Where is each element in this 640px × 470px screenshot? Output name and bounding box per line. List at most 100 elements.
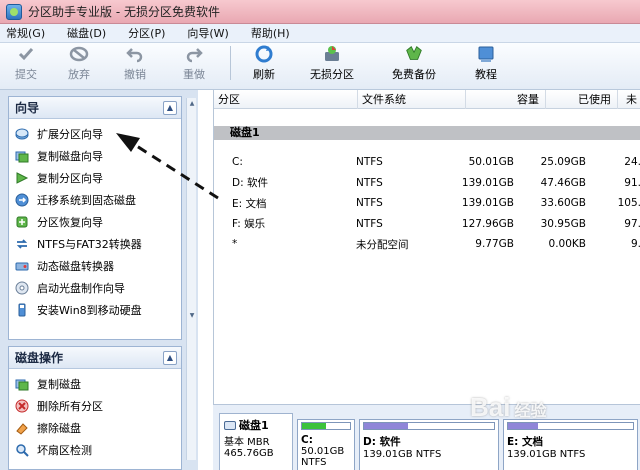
tutorial-button[interactable]: 教程 — [455, 42, 517, 82]
cell-filesystem: NTFS — [356, 156, 383, 169]
submit-button[interactable]: 提交 — [0, 42, 52, 82]
cell-partition: E: 文档 — [232, 197, 267, 210]
wizard-item-label: 复制分区向导 — [37, 172, 103, 185]
column-partition[interactable]: 分区 — [214, 90, 358, 109]
column-capacity[interactable]: 容量 — [466, 90, 546, 109]
menu-bar: 常规(G) 磁盘(D) 分区(P) 向导(W) 帮助(H) — [0, 24, 640, 43]
refresh-button[interactable]: 刷新 — [237, 42, 291, 82]
discard-icon — [69, 44, 89, 64]
wizard-item-migrate-ssd[interactable]: 迁移系统到固态磁盘 — [15, 189, 181, 211]
wizard-item-label: 迁移系统到固态磁盘 — [37, 194, 136, 207]
wizard-item-boot-cd[interactable]: 启动光盘制作向导 — [15, 277, 181, 299]
partition-block-name: E: 文档 — [507, 436, 544, 448]
disk-map: 磁盘1 基本 MBR 465.76GB C: 50.01GB NTFS D: 软… — [213, 404, 640, 470]
partition-block-info: 50.01GB NTFS — [301, 446, 345, 468]
cell-used: 0.00KB — [548, 238, 586, 251]
wizard-item-ntfs-fat32[interactable]: NTFS与FAT32转换器 — [15, 233, 181, 255]
submit-label: 提交 — [15, 68, 37, 81]
partition-block-info: 139.01GB NTFS — [363, 449, 442, 460]
partition-block-e[interactable]: E: 文档 139.01GB NTFS — [503, 419, 638, 470]
partition-block-info: 139.01GB NTFS — [507, 449, 586, 460]
table-row[interactable]: C: NTFS 50.01GB 25.09GB 24. — [214, 152, 640, 173]
cell-free: 9. — [630, 238, 640, 251]
wizard-item-label: 分区恢复向导 — [37, 216, 103, 229]
lossless-partition-button[interactable]: 无损分区 — [291, 42, 373, 82]
scroll-up-icon[interactable]: ▲ — [188, 100, 196, 108]
app-icon — [6, 3, 22, 20]
disk-op-label: 删除所有分区 — [37, 400, 103, 413]
cell-partition: F: 娱乐 — [232, 218, 266, 231]
disk-size: 465.76GB — [224, 448, 274, 459]
disk-type: 基本 MBR — [224, 437, 270, 448]
partition-block-name: C: — [301, 434, 313, 446]
wizard-item-recovery[interactable]: 分区恢复向导 — [15, 211, 181, 233]
usage-fill — [302, 423, 326, 429]
disk-op-delete-all[interactable]: 删除所有分区 — [15, 395, 181, 417]
scroll-down-icon[interactable]: ▼ — [188, 312, 196, 320]
wizard-item-expand-partition[interactable]: 扩展分区向导 — [15, 123, 181, 145]
menu-wizard[interactable]: 向导(W) — [187, 25, 228, 41]
disk-op-bad-sector[interactable]: 坏扇区检测 — [15, 439, 181, 461]
backup-icon — [404, 44, 424, 64]
wizard-item-label: 启动光盘制作向导 — [37, 282, 125, 295]
free-backup-button[interactable]: 免费备份 — [373, 42, 455, 82]
table-row[interactable]: F: 娱乐 NTFS 127.96GB 30.95GB 97. — [214, 214, 640, 235]
disk-info-card[interactable]: 磁盘1 基本 MBR 465.76GB — [219, 413, 293, 470]
dynamic-disk-icon — [15, 262, 29, 271]
wizard-item-dynamic-disk[interactable]: 动态磁盘转换器 — [15, 255, 181, 277]
undo-label: 撤销 — [124, 68, 146, 81]
redo-label: 重做 — [183, 68, 205, 81]
watermark: Bai 经验 — [470, 392, 546, 423]
disk-op-wipe[interactable]: 擦除磁盘 — [15, 417, 181, 439]
wizard-panel-header: 向导 ▲ — [9, 97, 181, 119]
disk-op-copy-disk[interactable]: 复制磁盘 — [15, 373, 181, 395]
wizard-item-label: 扩展分区向导 — [37, 128, 103, 141]
delete-all-icon — [15, 399, 29, 413]
column-used[interactable]: 已使用 — [546, 90, 618, 109]
table-row[interactable]: * 未分配空间 9.77GB 0.00KB 9. — [214, 234, 640, 255]
wizard-item-copy-partition[interactable]: 复制分区向导 — [15, 167, 181, 189]
partition-block-c[interactable]: C: 50.01GB NTFS — [297, 419, 355, 470]
menu-help[interactable]: 帮助(H) — [251, 25, 290, 41]
menu-disk[interactable]: 磁盘(D) — [67, 25, 106, 41]
cell-filesystem: NTFS — [356, 197, 383, 210]
window-title: 分区助手专业版 - 无损分区免费软件 — [28, 5, 220, 19]
menu-general[interactable]: 常规(G) — [6, 25, 45, 41]
partition-block-d[interactable]: D: 软件 139.01GB NTFS — [359, 419, 499, 470]
disk-group-header[interactable]: 磁盘1 — [214, 126, 640, 140]
wizard-item-label: 安装Win8到移动硬盘 — [37, 304, 142, 317]
wizard-item-label: 动态磁盘转换器 — [37, 260, 114, 273]
wipe-disk-icon — [16, 423, 28, 435]
sidebar-scrollbar[interactable]: ▲ ▼ — [186, 98, 196, 460]
copy-disk-icon — [15, 379, 29, 391]
disk-name: 磁盘1 — [239, 419, 269, 432]
collapse-icon[interactable]: ▲ — [163, 350, 177, 365]
refresh-icon — [254, 44, 274, 64]
disk-ops-panel-header: 磁盘操作 ▲ — [9, 347, 181, 369]
migrate-ssd-icon — [15, 193, 29, 207]
column-free[interactable]: 未 — [618, 90, 640, 109]
redo-button[interactable]: 重做 — [164, 42, 224, 82]
table-row[interactable]: D: 软件 NTFS 139.01GB 47.46GB 91. — [214, 173, 640, 194]
disk-op-label: 坏扇区检测 — [37, 444, 92, 457]
cell-capacity: 50.01GB — [468, 156, 514, 169]
cell-filesystem: NTFS — [356, 176, 383, 189]
tutorial-icon — [476, 44, 496, 64]
undo-button[interactable]: 撤销 — [106, 42, 164, 82]
column-filesystem[interactable]: 文件系统 — [358, 90, 466, 109]
sidebar: 向导 ▲ 扩展分区向导 复制磁盘向导 复制分区向导 迁移系统到固态磁盘 分区恢复… — [0, 90, 198, 470]
refresh-label: 刷新 — [253, 68, 275, 81]
wizard-item-win8-usb[interactable]: 安装Win8到移动硬盘 — [15, 299, 181, 321]
recovery-icon — [16, 216, 28, 228]
discard-button[interactable]: 放弃 — [52, 42, 106, 82]
partition-rows: C: NTFS 50.01GB 25.09GB 24. D: 软件 NTFS 1… — [214, 152, 640, 255]
column-header: 分区 文件系统 容量 已使用 未 — [214, 90, 640, 109]
table-row[interactable]: E: 文档 NTFS 139.01GB 33.60GB 105. — [214, 193, 640, 214]
boot-cd-icon — [15, 281, 29, 295]
lossless-partition-icon — [322, 44, 342, 64]
lossless-partition-label: 无损分区 — [310, 68, 354, 81]
wizard-item-copy-disk[interactable]: 复制磁盘向导 — [15, 145, 181, 167]
collapse-icon[interactable]: ▲ — [163, 100, 177, 115]
cell-free: 91. — [624, 176, 640, 189]
menu-partition[interactable]: 分区(P) — [128, 25, 165, 41]
